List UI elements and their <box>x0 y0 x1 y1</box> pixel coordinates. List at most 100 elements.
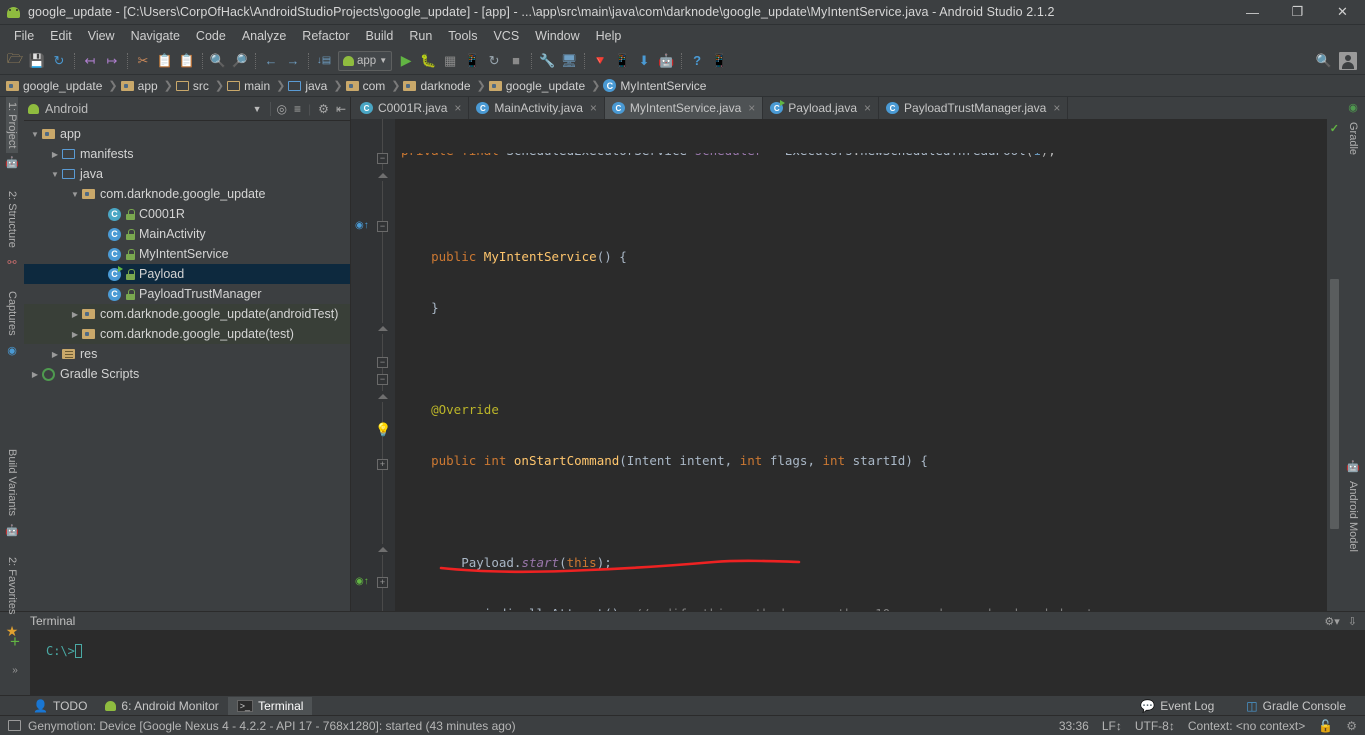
breadcrumb-item-google_update-pkg[interactable]: google_update <box>489 79 588 93</box>
open-folder-icon[interactable]: 🗁 <box>4 50 26 72</box>
coverage-button[interactable]: ▦ <box>439 50 461 72</box>
code-content[interactable]: private final ScheduledExecutorService s… <box>395 119 1327 611</box>
sdk-download-icon[interactable]: ⬇ <box>633 50 655 72</box>
tab-MyIntentService[interactable]: C MyIntentService.java × <box>605 97 763 119</box>
find-replace-icon[interactable]: 🔎 <box>229 50 251 72</box>
minimize-button[interactable]: — <box>1230 0 1275 25</box>
tab-terminal[interactable]: >_ Terminal <box>228 697 313 715</box>
maximize-button[interactable]: ❐ <box>1275 0 1320 25</box>
implements-method-icon[interactable]: ◉↑ <box>355 576 369 587</box>
stop-icon[interactable]: ■ <box>505 50 527 72</box>
twisty-closed-icon[interactable]: ▶ <box>28 370 42 379</box>
fold-collapse-icon[interactable]: − <box>377 357 388 368</box>
editor-scrollbar[interactable]: ✓ <box>1327 119 1341 611</box>
more-tabs-icon[interactable]: » <box>12 665 18 676</box>
cut-icon[interactable]: ✂ <box>132 50 154 72</box>
paste-icon[interactable]: 📋 <box>176 50 198 72</box>
debug-button[interactable]: 🐛 <box>417 50 439 72</box>
tab-Payload[interactable]: C Payload.java × <box>763 97 879 119</box>
menu-edit[interactable]: Edit <box>42 27 80 45</box>
sdk-manager-icon[interactable]: 🔧 <box>536 50 558 72</box>
editor-gutter[interactable]: − ◉↑ − − − 💡 + ◉↑ + <box>351 119 395 611</box>
compile-icon[interactable]: ↓▤ <box>313 50 335 72</box>
android-device-monitor-icon[interactable]: 🤖 <box>655 50 677 72</box>
tab-PayloadTrustManager[interactable]: C PayloadTrustManager.java × <box>879 97 1068 119</box>
avd-device-icon[interactable]: 📱 <box>611 50 633 72</box>
sidebar-item-structure[interactable]: 2: Structure <box>6 186 18 253</box>
gear-icon[interactable]: ⚙▾ <box>1324 615 1339 628</box>
menu-run[interactable]: Run <box>401 27 440 45</box>
tree-node-MainActivity[interactable]: C MainActivity <box>24 224 350 244</box>
fold-collapse-icon[interactable]: − <box>377 221 388 232</box>
rerun-icon[interactable]: ↻ <box>483 50 505 72</box>
tab-gradle-console[interactable]: ◫ Gradle Console <box>1237 697 1355 715</box>
sidebar-item-gradle[interactable]: Gradle <box>1347 117 1359 160</box>
menu-navigate[interactable]: Navigate <box>123 27 188 45</box>
override-method-icon[interactable]: ◉↑ <box>355 220 369 231</box>
search-everywhere-icon[interactable]: 🔍 <box>1313 50 1335 72</box>
fold-expand-icon[interactable]: + <box>377 459 388 470</box>
menu-refactor[interactable]: Refactor <box>294 27 357 45</box>
inspector-icon[interactable]: ⚙ <box>1346 719 1357 733</box>
run-button[interactable]: ▶ <box>395 50 417 72</box>
navigate-forward-icon[interactable]: → <box>282 50 304 72</box>
navigate-back-icon[interactable]: ← <box>260 50 282 72</box>
sidebar-item-android-model[interactable]: Android Model <box>1347 476 1359 557</box>
redo-icon[interactable]: ↦ <box>101 50 123 72</box>
terminal-body[interactable]: + » C:\> <box>0 630 1365 695</box>
breadcrumb-item-src[interactable]: src <box>176 79 212 93</box>
undo-icon[interactable]: ↤ <box>79 50 101 72</box>
search-find-icon[interactable]: 🔍 <box>207 50 229 72</box>
tree-node-app[interactable]: ▼ app <box>24 124 350 144</box>
tree-node-MyIntentService[interactable]: C MyIntentService <box>24 244 350 264</box>
sidebar-item-captures[interactable]: Captures <box>6 286 18 341</box>
breadcrumb-item-darknode[interactable]: darknode <box>403 79 473 93</box>
breadcrumb-item-MyIntentService[interactable]: C MyIntentService <box>603 79 709 93</box>
twisty-closed-icon[interactable]: ▶ <box>68 310 82 319</box>
twisty-closed-icon[interactable]: ▶ <box>48 150 62 159</box>
help-icon[interactable]: ? <box>686 50 708 72</box>
menu-tools[interactable]: Tools <box>440 27 485 45</box>
copy-icon[interactable]: 📋 <box>154 50 176 72</box>
menu-window[interactable]: Window <box>527 27 587 45</box>
line-separator[interactable]: LF↕ <box>1102 719 1122 733</box>
close-icon[interactable]: × <box>454 101 461 115</box>
vcs-context[interactable]: Context: <no context> <box>1188 719 1305 733</box>
fold-expand-icon[interactable]: + <box>377 577 388 588</box>
avd-manager-icon[interactable]: 🖥 <box>558 50 580 72</box>
collapse-all-icon[interactable]: ≡ <box>294 102 301 116</box>
terminal-output[interactable]: C:\> <box>30 630 1365 695</box>
menu-view[interactable]: View <box>80 27 123 45</box>
fold-end-icon[interactable] <box>377 170 388 181</box>
sidebar-item-build-variants[interactable]: Build Variants <box>6 444 18 521</box>
scrollbar-thumb[interactable] <box>1330 279 1339 529</box>
close-icon[interactable]: × <box>590 101 597 115</box>
tree-node-package-main[interactable]: ▼ com.darknode.google_update <box>24 184 350 204</box>
breadcrumb-item-google_update[interactable]: google_update <box>6 79 105 93</box>
twisty-closed-icon[interactable]: ▶ <box>68 330 82 339</box>
breadcrumb-item-app[interactable]: app <box>121 79 161 93</box>
file-encoding[interactable]: UTF-8↕ <box>1135 719 1175 733</box>
sync-gradle-icon[interactable]: 🔻 <box>589 50 611 72</box>
avatar-icon[interactable] <box>1339 52 1357 70</box>
fold-end-icon[interactable] <box>377 544 388 555</box>
twisty-open-icon[interactable]: ▼ <box>28 130 42 139</box>
twisty-open-icon[interactable]: ▼ <box>48 170 62 179</box>
menu-help[interactable]: Help <box>588 27 630 45</box>
close-icon[interactable]: × <box>864 101 871 115</box>
tab-event-log[interactable]: 💬 Event Log <box>1131 697 1223 715</box>
tree-node-PayloadTrustManager[interactable]: C PayloadTrustManager <box>24 284 350 304</box>
tree-node-C0001R[interactable]: C C0001R <box>24 204 350 224</box>
tree-node-package-test[interactable]: ▶ com.darknode.google_update (test) <box>24 324 350 344</box>
unlock-icon[interactable]: 🔓 <box>1318 719 1333 733</box>
twisty-closed-icon[interactable]: ▶ <box>48 350 62 359</box>
breadcrumb-item-com[interactable]: com <box>346 79 389 93</box>
sidebar-item-project[interactable]: 1: Project <box>6 97 18 153</box>
menu-file[interactable]: File <box>6 27 42 45</box>
run-configuration-selector[interactable]: app ▼ <box>338 51 392 71</box>
menu-build[interactable]: Build <box>358 27 402 45</box>
tree-node-package-androidTest[interactable]: ▶ com.darknode.google_update (androidTes… <box>24 304 350 324</box>
target-icon[interactable]: ◎ <box>277 102 287 116</box>
layout-inspector-icon[interactable]: 📱 <box>708 50 730 72</box>
fold-end-icon[interactable] <box>377 323 388 334</box>
